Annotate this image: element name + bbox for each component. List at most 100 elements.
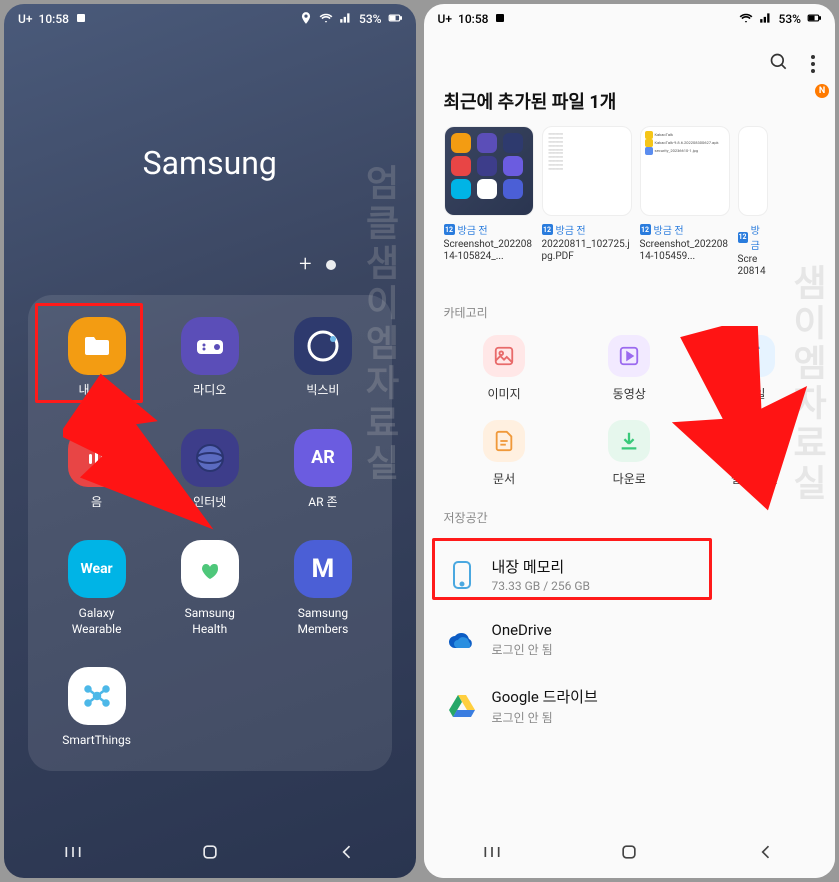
app-radio[interactable]: 라디오 bbox=[157, 317, 262, 399]
category-label: 이미지 bbox=[488, 385, 521, 402]
home-screen: 엄클샘이엠자료실 U+ 10:58 53% Samsung bbox=[4, 4, 416, 878]
download-icon bbox=[608, 420, 650, 462]
screenshot-icon bbox=[494, 12, 506, 27]
app-smartthings[interactable]: SmartThings bbox=[44, 667, 149, 749]
category-header: 카테고리 bbox=[424, 294, 836, 331]
images-icon bbox=[483, 335, 525, 377]
category-video[interactable]: 동영상 bbox=[569, 335, 690, 402]
app-ar[interactable]: AR AR 존 bbox=[270, 429, 375, 511]
docs-icon bbox=[483, 420, 525, 462]
app-label: Samsung Members bbox=[298, 606, 349, 637]
signal-icon bbox=[759, 11, 773, 28]
file-thumbnail: KakaoTalk KakaoTalk-9.8.6.202208300627.a… bbox=[640, 126, 730, 216]
storage-title: Google 드라이브 bbox=[492, 686, 598, 707]
battery-icon bbox=[388, 11, 402, 28]
members-icon: M bbox=[294, 540, 352, 598]
category-audio[interactable]: 파일 bbox=[694, 335, 815, 402]
wifi-icon bbox=[739, 11, 753, 28]
storage-sub: 로그인 안 됨 bbox=[492, 641, 553, 658]
category-label: 동영상 bbox=[613, 385, 646, 402]
app-myfiles[interactable]: 내 파일 bbox=[44, 317, 149, 399]
add-page-button[interactable]: + bbox=[299, 252, 311, 277]
file-time: 방금 전 bbox=[458, 222, 488, 237]
app-label: Galaxy Wearable bbox=[72, 606, 122, 637]
apk-icon: PK bbox=[733, 420, 775, 462]
category-grid: 이미지 동영상 파일 문서 다운로 P bbox=[424, 331, 836, 499]
carrier-label: U+ bbox=[438, 12, 453, 26]
new-badge: N bbox=[815, 84, 829, 98]
back-button[interactable] bbox=[756, 842, 776, 866]
app-label: AR 존 bbox=[308, 495, 337, 511]
category-label: 문서 bbox=[493, 470, 515, 487]
radio-icon bbox=[181, 317, 239, 375]
storage-internal[interactable]: 내장 메모리 73.33 GB / 256 GB bbox=[436, 542, 824, 607]
page-indicator[interactable] bbox=[326, 260, 336, 270]
home-button[interactable] bbox=[200, 842, 220, 866]
storage-title: OneDrive bbox=[492, 621, 553, 639]
app-members[interactable]: M Samsung Members bbox=[270, 540, 375, 637]
location-icon bbox=[299, 11, 313, 28]
category-label: 다운로 bbox=[613, 470, 646, 487]
signal-icon bbox=[339, 11, 353, 28]
recent-file-card[interactable]: 12방금 Scre 20814 bbox=[738, 126, 768, 278]
battery-label: 53% bbox=[779, 12, 801, 26]
screenshot-icon bbox=[75, 12, 87, 27]
more-button[interactable] bbox=[811, 55, 815, 73]
recent-files-header: 최근에 추가된 파일 1개 N bbox=[424, 88, 836, 126]
recents-button[interactable] bbox=[63, 842, 83, 866]
phone-storage-icon bbox=[446, 559, 478, 591]
category-downloads[interactable]: 다운로 bbox=[569, 420, 690, 487]
status-bar: U+ 10:58 53% bbox=[424, 4, 836, 34]
file-time: 방금 전 bbox=[556, 222, 586, 237]
storage-title: 내장 메모리 bbox=[492, 556, 591, 577]
wearable-icon: Wear bbox=[68, 540, 126, 598]
folder-title: Samsung bbox=[4, 144, 416, 182]
home-button[interactable] bbox=[619, 842, 639, 866]
storage-onedrive[interactable]: OneDrive 로그인 안 됨 bbox=[436, 607, 824, 672]
app-label: SmartThings bbox=[62, 733, 131, 749]
file-name: Screenshot_20220814-105824_... bbox=[444, 239, 534, 263]
category-docs[interactable]: 문서 bbox=[444, 420, 565, 487]
app-health[interactable]: Samsung Health bbox=[157, 540, 262, 637]
file-thumbnail: ━━━━━━━━━━━━━━━━━━━━━━━━━━━━━━━━━━━━━━━━… bbox=[542, 126, 632, 216]
app-music[interactable]: 음 bbox=[44, 429, 149, 511]
battery-icon bbox=[807, 11, 821, 28]
time-label: 10:58 bbox=[39, 12, 69, 26]
storage-gdrive[interactable]: Google 드라이브 로그인 안 됨 bbox=[436, 672, 824, 740]
app-label: 라디오 bbox=[193, 383, 226, 399]
recent-file-card[interactable]: ━━━━━━━━━━━━━━━━━━━━━━━━━━━━━━━━━━━━━━━━… bbox=[542, 126, 632, 278]
category-label: 설치 파일 bbox=[731, 470, 778, 487]
bixby-icon bbox=[294, 317, 352, 375]
app-label: 내 파일 bbox=[79, 383, 115, 399]
file-name: 20220811_102725.jpg.PDF bbox=[542, 239, 632, 263]
smartthings-icon bbox=[68, 667, 126, 725]
myfiles-screen: 샘이엠자료실 U+ 10:58 53% 최근에 추가 bbox=[424, 4, 836, 878]
file-thumbnail bbox=[444, 126, 534, 216]
app-folder-grid: 내 파일 라디오 빅스비 음 인터넷 AR bbox=[28, 295, 392, 771]
recents-button[interactable] bbox=[482, 842, 502, 866]
status-bar: U+ 10:58 53% bbox=[4, 4, 416, 34]
video-icon bbox=[608, 335, 650, 377]
app-internet[interactable]: 인터넷 bbox=[157, 429, 262, 511]
storage-sub: 73.33 GB / 256 GB bbox=[492, 579, 591, 593]
recent-file-card[interactable]: KakaoTalk KakaoTalk-9.8.6.202208300627.a… bbox=[640, 126, 730, 278]
app-bixby[interactable]: 빅스비 bbox=[270, 317, 375, 399]
search-button[interactable] bbox=[769, 52, 789, 76]
recent-title-text: 최근에 추가된 파일 1개 bbox=[444, 92, 617, 113]
recent-files-row[interactable]: 12방금 전 Screenshot_20220814-105824_... ━━… bbox=[424, 126, 836, 294]
time-label: 10:58 bbox=[458, 12, 488, 26]
audio-icon bbox=[733, 335, 775, 377]
file-time: 방금 전 bbox=[654, 222, 684, 237]
onedrive-icon bbox=[446, 624, 478, 656]
file-name: Scre 20814 bbox=[738, 254, 768, 278]
recent-file-card[interactable]: 12방금 전 Screenshot_20220814-105824_... bbox=[444, 126, 534, 278]
nav-bar bbox=[4, 830, 416, 878]
category-apk[interactable]: PK 설치 파일 bbox=[694, 420, 815, 487]
storage-sub: 로그인 안 됨 bbox=[492, 709, 598, 726]
file-thumbnail bbox=[738, 126, 768, 216]
category-images[interactable]: 이미지 bbox=[444, 335, 565, 402]
back-button[interactable] bbox=[337, 842, 357, 866]
app-wearable[interactable]: Wear Galaxy Wearable bbox=[44, 540, 149, 637]
health-icon bbox=[181, 540, 239, 598]
battery-label: 53% bbox=[359, 12, 381, 26]
